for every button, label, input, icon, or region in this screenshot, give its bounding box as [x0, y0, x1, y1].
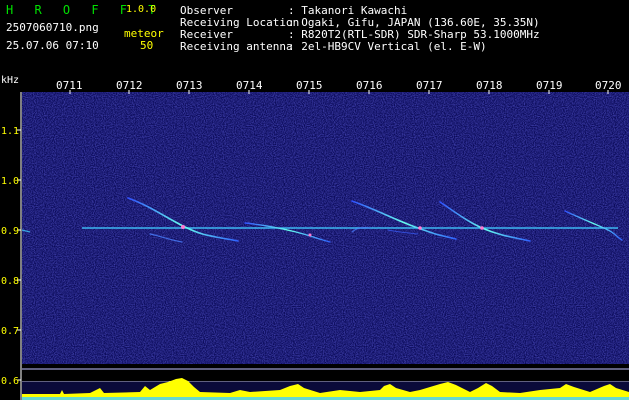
meteor-head — [418, 226, 422, 230]
time-label: 0718 — [476, 79, 503, 92]
time-label: 0714 — [236, 79, 263, 92]
info-value-antenna: : 2el-HB9CV Vertical (el. E-W) — [288, 40, 487, 53]
y-tick-label: 0.7 — [1, 326, 19, 337]
image-filename: 2507060710.png — [6, 21, 99, 34]
time-label: 0717 — [416, 79, 443, 92]
app-version: 1.0.0 — [126, 4, 157, 15]
meteor-head — [308, 233, 312, 237]
header-panel: H R O F F T 1.0.0 2507060710.png meteor … — [0, 0, 629, 72]
time-label: 0713 — [176, 79, 203, 92]
meteor-head — [480, 226, 484, 230]
time-label: 0719 — [536, 79, 563, 92]
info-label-antenna: Receiving antenna — [180, 40, 293, 53]
y-tick-label: 0.6 — [1, 376, 19, 387]
y-tick-label: 0.9 — [1, 226, 19, 237]
time-label: 0715 — [296, 79, 323, 92]
spectrogram-plot: kHz 1.1 1.0 0.9 0.8 0.7 0.6 0711 0712 07… — [1, 75, 629, 400]
y-tick-label: 1.1 — [1, 126, 19, 137]
meter-background — [22, 370, 629, 381]
time-label: 0711 — [56, 79, 83, 92]
time-label: 0720 — [595, 79, 622, 92]
meteor-head — [181, 225, 185, 229]
time-label: 0712 — [116, 79, 143, 92]
meteor-count-value: 50 — [140, 39, 154, 52]
y-tick-label: 1.0 — [1, 176, 19, 187]
y-tick-label: 0.8 — [1, 276, 19, 287]
y-axis-unit: kHz — [1, 75, 19, 86]
y-axis-ticks — [17, 129, 21, 381]
image-datetime: 25.07.06 07:10 — [6, 39, 99, 52]
time-label: 0716 — [356, 79, 383, 92]
